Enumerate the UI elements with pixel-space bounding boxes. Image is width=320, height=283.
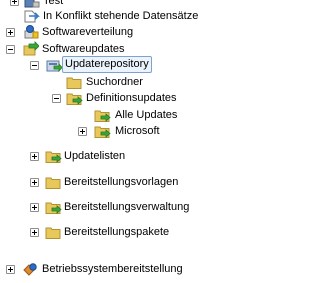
folder-icon xyxy=(45,174,62,190)
tree-item-label: Softwareverteilung xyxy=(42,26,134,38)
update-folder-icon xyxy=(45,148,62,164)
tree-item-label: Updatelisten xyxy=(64,150,126,162)
tree-item-label: Suchordner xyxy=(86,76,143,88)
collapse-toggle[interactable] xyxy=(52,94,61,103)
tree-item-label: Bereitstellungspakete xyxy=(64,226,170,238)
os-deployment-icon xyxy=(22,261,39,277)
tree-item-label: Definitionsupdates xyxy=(86,92,177,104)
tree-item-deployment-packages[interactable]: Bereitstellungspakete xyxy=(0,224,241,241)
tree-item-label: Betriebssystembereitstellung xyxy=(42,263,183,275)
tree-item-microsoft[interactable]: Microsoft xyxy=(0,123,241,140)
software-distribution-icon xyxy=(22,24,39,40)
update-folder-icon xyxy=(94,123,111,139)
software-updates-icon xyxy=(22,41,40,57)
expand-toggle[interactable] xyxy=(30,228,39,237)
tree-item-conflicting-records[interactable]: In Konflikt stehende Datensätze xyxy=(0,8,241,25)
conflict-records-icon xyxy=(23,8,40,24)
tree-item-label: Bereitstellungsvorlagen xyxy=(64,176,179,188)
tree-item-label: Microsoft xyxy=(115,125,160,137)
expand-toggle[interactable] xyxy=(6,265,15,274)
tree-item-all-updates[interactable]: Alle Updates xyxy=(0,107,241,124)
update-repository-icon xyxy=(45,57,63,73)
tree-item-label: In Konflikt stehende Datensätze xyxy=(43,10,199,22)
tree-item-label: Alle Updates xyxy=(115,109,178,121)
tree-item-os-deployment[interactable]: Betriebssystembereitstellung xyxy=(0,261,241,278)
tree-item-label: Updaterepository xyxy=(62,56,152,73)
tree-item-label: Bereitstellungsverwaltung xyxy=(64,201,190,213)
console-tree: Test In Konflikt stehende Datensätze Sof… xyxy=(0,0,241,280)
search-folder-icon xyxy=(66,74,83,90)
tree-item-update-repository[interactable]: Updaterepository xyxy=(0,56,241,74)
collapse-toggle[interactable] xyxy=(30,61,39,70)
expand-toggle[interactable] xyxy=(6,28,15,37)
expand-toggle[interactable] xyxy=(30,203,39,212)
tree-item-deployment-management[interactable]: Bereitstellungsverwaltung xyxy=(0,199,241,216)
expand-toggle[interactable] xyxy=(10,0,19,6)
collapse-toggle[interactable] xyxy=(6,45,15,54)
tree-item-search-folder[interactable]: Suchordner xyxy=(0,74,241,91)
tree-item-update-lists[interactable]: Updatelisten xyxy=(0,148,241,165)
update-folder-icon xyxy=(66,90,83,106)
tree-item-deployment-templates[interactable]: Bereitstellungsvorlagen xyxy=(0,174,241,191)
expand-toggle[interactable] xyxy=(30,178,39,187)
tree-item-software-distribution[interactable]: Softwareverteilung xyxy=(0,24,241,41)
folder-icon xyxy=(45,224,62,240)
update-folder-icon xyxy=(45,199,62,215)
expand-toggle[interactable] xyxy=(30,152,39,161)
update-folder-icon xyxy=(94,107,111,123)
tree-item-definition-updates[interactable]: Definitionsupdates xyxy=(0,90,241,107)
expand-toggle[interactable] xyxy=(78,127,87,136)
